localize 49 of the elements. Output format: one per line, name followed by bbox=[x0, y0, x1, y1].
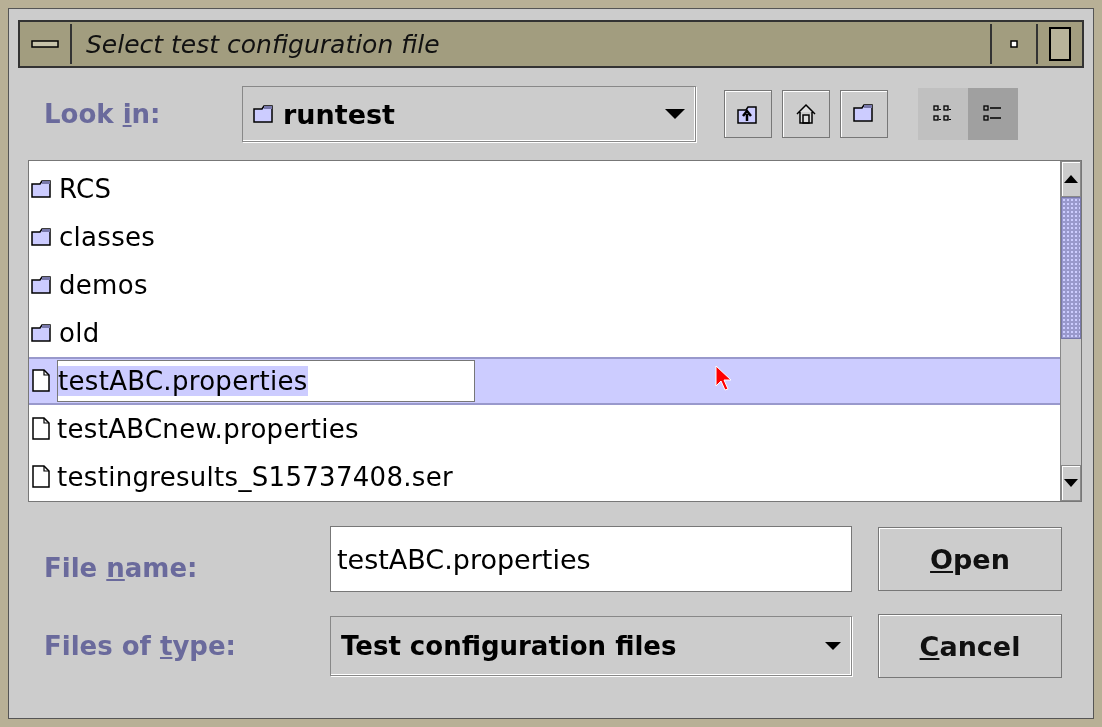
home-icon bbox=[795, 103, 817, 125]
file-name: classes bbox=[59, 222, 156, 252]
details-view-button[interactable] bbox=[968, 88, 1018, 140]
dropdown-arrow-icon bbox=[665, 108, 685, 120]
square-icon bbox=[1010, 40, 1018, 48]
file-row[interactable]: RCS bbox=[29, 165, 1060, 213]
window-title: Select test configuration file bbox=[85, 29, 441, 59]
folder-icon bbox=[31, 179, 53, 199]
up-folder-icon bbox=[737, 103, 759, 125]
file-row[interactable]: demos bbox=[29, 261, 1060, 309]
file-row[interactable]: testABC.properties bbox=[29, 357, 1060, 405]
folder-icon bbox=[253, 104, 275, 124]
home-button[interactable] bbox=[782, 90, 830, 138]
new-folder-button[interactable] bbox=[840, 90, 888, 138]
dash-icon bbox=[31, 39, 59, 49]
file-row[interactable]: old bbox=[29, 309, 1060, 357]
scroll-up-arrow-icon bbox=[1064, 175, 1078, 183]
files-of-type-label: Files of type: bbox=[43, 631, 237, 661]
rename-field[interactable]: testABC.properties bbox=[57, 360, 475, 402]
file-name: old bbox=[59, 318, 100, 348]
document-icon bbox=[31, 369, 51, 393]
file-name-field[interactable]: testABC.properties bbox=[330, 526, 852, 592]
folder-icon bbox=[31, 323, 53, 343]
dropdown-arrow-icon bbox=[825, 641, 841, 651]
open-button[interactable]: Open bbox=[878, 527, 1062, 591]
document-icon bbox=[31, 465, 51, 489]
file-row[interactable]: testingresults_S15737408.ser bbox=[29, 453, 1060, 501]
file-row[interactable]: classes bbox=[29, 213, 1060, 261]
file-type-dropdown[interactable]: Test configuration files bbox=[330, 616, 852, 676]
folder-icon bbox=[31, 227, 53, 247]
file-name: testingresults_S15737408.ser bbox=[57, 462, 453, 492]
cancel-button[interactable]: Cancel bbox=[878, 614, 1062, 678]
file-name: RCS bbox=[59, 174, 112, 204]
scrollbar[interactable] bbox=[1060, 161, 1081, 501]
file-name: testABCnew.properties bbox=[57, 414, 359, 444]
scroll-down-arrow-icon bbox=[1064, 479, 1078, 487]
look-in-dropdown[interactable]: runtest bbox=[242, 86, 696, 142]
file-row[interactable]: testABCnew.properties bbox=[29, 405, 1060, 453]
square-icon bbox=[1049, 27, 1071, 61]
list-view-button[interactable] bbox=[918, 88, 968, 140]
document-icon bbox=[31, 417, 51, 441]
look-in-label: Look in: bbox=[43, 99, 162, 129]
file-name: demos bbox=[59, 270, 148, 300]
file-name-label: File name: bbox=[43, 552, 199, 583]
folder-icon bbox=[31, 275, 53, 295]
up-folder-button[interactable] bbox=[724, 90, 772, 138]
rename-text: testABC.properties bbox=[58, 366, 308, 396]
folder-icon bbox=[853, 103, 875, 125]
scroll-thumb[interactable] bbox=[1061, 197, 1081, 339]
